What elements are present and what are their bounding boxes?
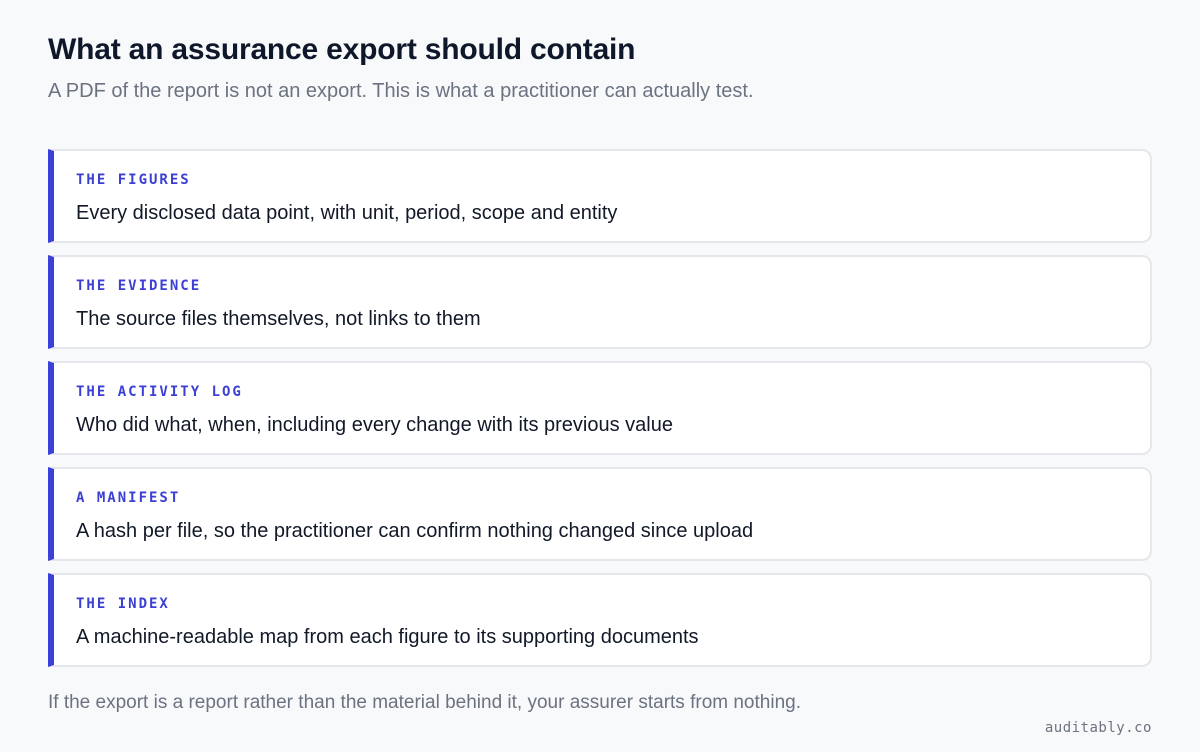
export-item-activity-log: THE ACTIVITY LOG Who did what, when, inc… bbox=[48, 361, 1152, 455]
export-item-label: THE ACTIVITY LOG bbox=[76, 384, 243, 400]
export-item-description: A hash per file, so the practitioner can… bbox=[76, 520, 754, 542]
export-item-index: THE INDEX A machine-readable map from ea… bbox=[48, 573, 1152, 667]
page-content: What an assurance export should contain … bbox=[48, 0, 1152, 752]
footer-note: If the export is a report rather than th… bbox=[48, 692, 801, 713]
export-item-label: A MANIFEST bbox=[76, 490, 181, 506]
export-item-manifest: A MANIFEST A hash per file, so the pract… bbox=[48, 467, 1152, 561]
export-item-label: THE INDEX bbox=[76, 596, 170, 612]
export-item-label: THE EVIDENCE bbox=[76, 278, 202, 294]
page-title: What an assurance export should contain bbox=[48, 33, 636, 66]
export-item-evidence: THE EVIDENCE The source files themselves… bbox=[48, 255, 1152, 349]
page-subtitle: A PDF of the report is not an export. Th… bbox=[48, 80, 754, 102]
export-item-label: THE FIGURES bbox=[76, 172, 191, 188]
export-contents-list: THE FIGURES Every disclosed data point, … bbox=[48, 149, 1152, 679]
export-item-description: Every disclosed data point, with unit, p… bbox=[76, 202, 618, 224]
export-item-description: The source files themselves, not links t… bbox=[76, 308, 481, 330]
export-item-description: A machine-readable map from each figure … bbox=[76, 626, 699, 648]
export-item-description: Who did what, when, including every chan… bbox=[76, 414, 673, 436]
export-item-figures: THE FIGURES Every disclosed data point, … bbox=[48, 149, 1152, 243]
brand-wordmark: auditably.co bbox=[1044, 720, 1152, 736]
